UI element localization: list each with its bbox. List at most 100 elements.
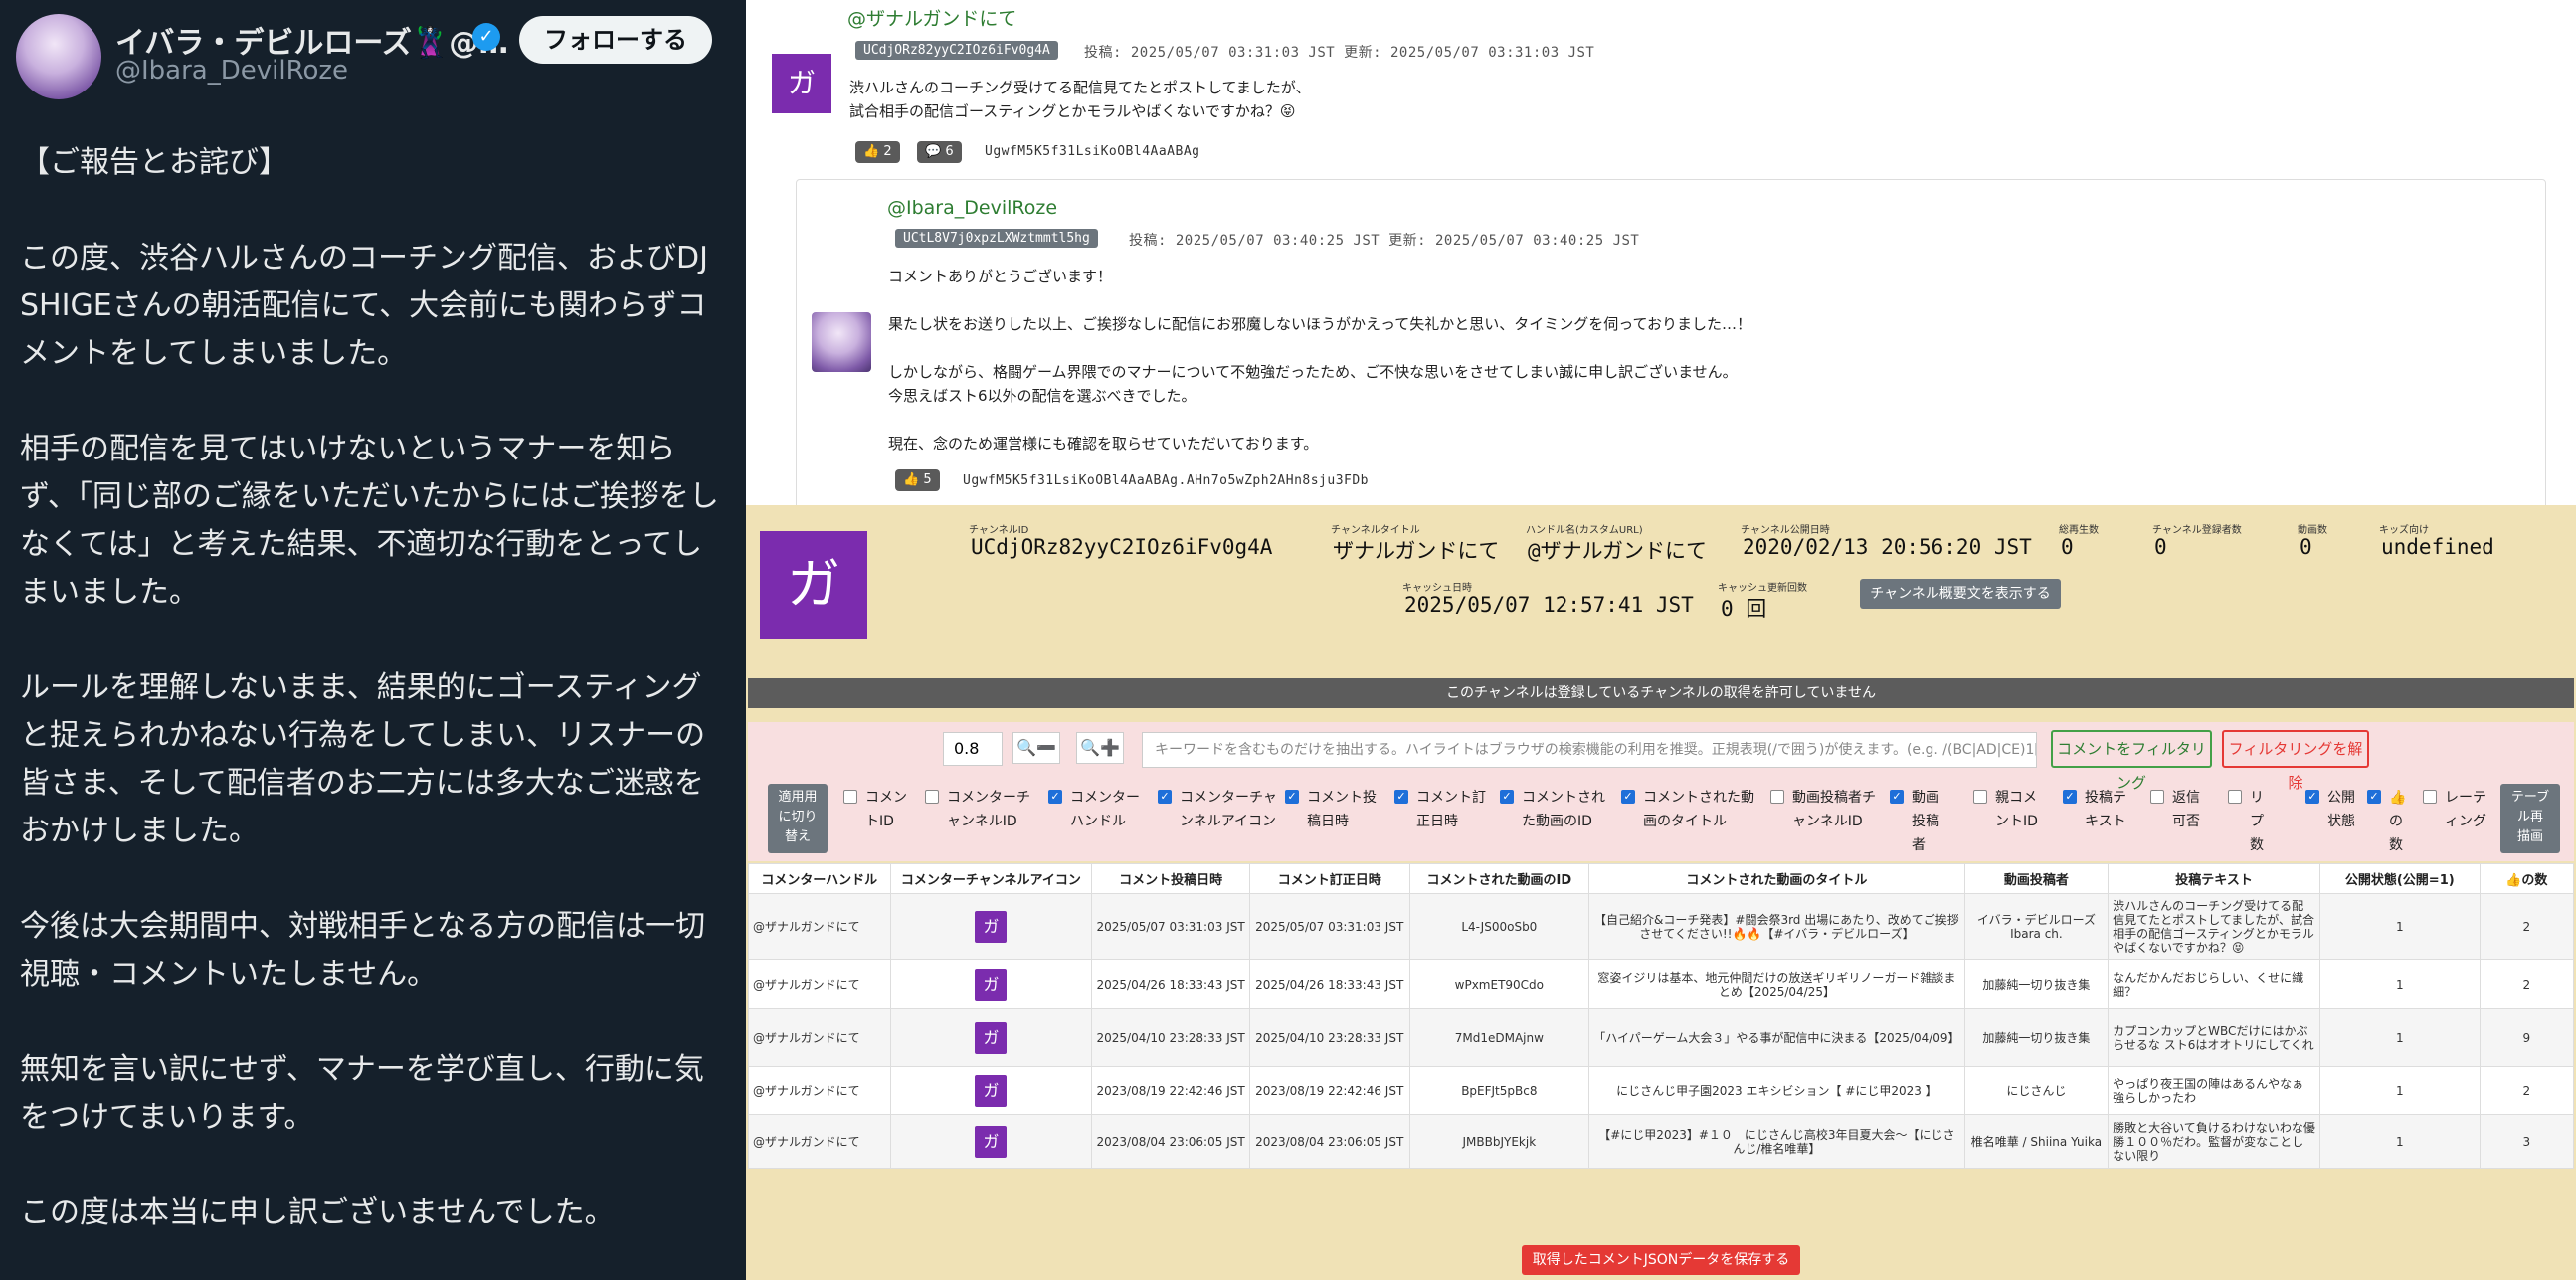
checkbox-icon[interactable]	[1770, 790, 1784, 804]
apply-filter-button[interactable]: コメントをフィルタリング	[2051, 730, 2212, 792]
table-cell[interactable]: @ザナルガンドにて	[748, 1066, 891, 1115]
tweet-panel: イバラ・デビルローズ🦹‍♀️@… ✓ @Ibara_DevilRoze フォロー…	[0, 0, 746, 1280]
save-json-button[interactable]: 取得したコメントJSONデータを保存する	[1522, 1245, 1800, 1275]
checkbox-checked-icon[interactable]: ✓	[1048, 790, 1062, 804]
clear-filter-button[interactable]: フィルタリングを解除	[2222, 730, 2369, 792]
table-cell[interactable]: 【自己紹介&コーチ発表】#闘会祭3rd 出場にあたり、改めてご挨拶させてください…	[1588, 893, 1965, 960]
table-cell[interactable]: @ザナルガンドにて	[748, 1114, 891, 1169]
table-cell[interactable]: L4-JS00oSb0	[1408, 893, 1590, 960]
column-header[interactable]: 投稿テキスト	[2108, 863, 2320, 894]
keyword-filter-input[interactable]: キーワードを含むものだけを抽出する。ハイライトはブラウザの検索機能の利用を推奨。…	[1142, 732, 2037, 768]
checkbox-checked-icon[interactable]: ✓	[1621, 790, 1635, 804]
column-header[interactable]: 👍の数	[2479, 863, 2575, 894]
commenter-icon[interactable]: ガ	[772, 54, 831, 113]
comment-author[interactable]: @ザナルガンドにて	[847, 4, 1016, 31]
checkbox-checked-icon[interactable]: ✓	[1158, 790, 1172, 804]
checkbox-icon[interactable]	[843, 790, 857, 804]
column-toggle-label: コメンターチ ャンネルID	[947, 790, 1030, 829]
commenter-icon[interactable]: ガ	[975, 1021, 1008, 1054]
table-cell: 1	[2318, 959, 2481, 1009]
column-toggle-label: 👍 の 数	[2389, 790, 2407, 853]
table-cell: 椎名唯華 / Shiina Yuika	[1963, 1114, 2110, 1169]
table-cell[interactable]: @ザナルガンドにて	[748, 1008, 891, 1067]
apply-switch-button[interactable]: 適用用 に切り 替え	[768, 784, 828, 853]
table-row: @ザナルガンドにて ガ 2023/08/19 22:42:46 JST 2023/08…	[748, 1066, 2575, 1115]
checkbox-icon[interactable]	[925, 790, 939, 804]
column-toggle-label: コメントされた動 画のタイトル	[1643, 790, 1754, 829]
commenter-icon[interactable]: ガ	[975, 1125, 1008, 1158]
reply-author[interactable]: @Ibara_DevilRoze	[887, 197, 1057, 219]
cache-count-value: 0 回	[1721, 597, 1767, 621]
checkbox-checked-icon[interactable]: ✓	[2305, 790, 2319, 804]
table-cell[interactable]: 7Md1eDMAjnw	[1408, 1008, 1590, 1067]
zoom-out-button[interactable]: 🔍➖	[1012, 732, 1060, 764]
column-toggle-label: 動画 投稿 者	[1912, 790, 1939, 853]
column-toggle-label: コメンターチャ ンネルアイコン	[1180, 790, 1277, 829]
table-cell: カプコンカップとWBCだけにはかぶらせるな スト6はオオトリにしてくれ	[2108, 1008, 2320, 1067]
zoom-in-button[interactable]: 🔍➕	[1076, 732, 1124, 764]
checkbox-checked-icon[interactable]: ✓	[1394, 790, 1408, 804]
checkbox-checked-icon[interactable]: ✓	[1500, 790, 1514, 804]
like-count-badge: 👍 2	[855, 141, 900, 163]
column-header[interactable]: コメンターチャンネルアイコン	[889, 863, 1093, 894]
checkbox-checked-icon[interactable]: ✓	[2367, 790, 2381, 804]
filter-panel: 0.8 🔍➖ 🔍➕ キーワードを含むものだけを抽出する。ハイライトはブラウザの検…	[748, 722, 2574, 861]
table-cell[interactable]: BpEFJt5pBc8	[1408, 1066, 1590, 1115]
table-cell: 2025/04/26 18:33:43 JST	[1248, 959, 1410, 1009]
table-cell[interactable]: @ザナルガンドにて	[748, 893, 891, 960]
checkbox-icon[interactable]	[2423, 790, 2437, 804]
redraw-table-button[interactable]: テーブ ル再 描画	[2500, 784, 2560, 853]
reply-avatar[interactable]	[812, 312, 871, 372]
table-cell[interactable]: JMBBbJYEkjk	[1408, 1114, 1590, 1169]
column-header[interactable]: コメント投稿日時	[1091, 863, 1250, 894]
column-header[interactable]: コメントされた動画のID	[1408, 863, 1590, 894]
table-row: @ザナルガンドにて ガ 2025/05/07 03:31:03 JST 2025/05…	[748, 893, 2575, 960]
column-header[interactable]: 動画投稿者	[1963, 863, 2110, 894]
column-header[interactable]: コメント訂正日時	[1248, 863, 1410, 894]
commenter-icon-cell: ガ	[889, 1008, 1093, 1067]
column-header[interactable]: コメンターハンドル	[748, 863, 891, 894]
table-cell[interactable]: 【#にじ甲2023】#１０ にじさんじ高校3年目夏大会～【にじさんじ/椎名唯華】	[1588, 1114, 1965, 1169]
tweet-paragraph: ルールを理解しないまま、結果的にゴースティングと捉えられかねない行為をしてしまい…	[20, 670, 706, 848]
table-cell: 2	[2479, 959, 2575, 1009]
commenter-icon-cell: ガ	[889, 1114, 1093, 1169]
table-cell[interactable]: wPxmET90Cdo	[1408, 959, 1590, 1009]
table-cell: やっぱり夜王国の陣はあるんやなぁ強らしかったわ	[2108, 1066, 2320, 1115]
video-count-value: 0	[2300, 535, 2312, 559]
total-views-value: 0	[2061, 535, 2074, 559]
commenter-icon[interactable]: ガ	[975, 968, 1008, 1001]
table-cell[interactable]: 窓姿イジリは基本、地元仲間だけの放送ギリギリノーガード雑談まとめ【2025/04…	[1588, 959, 1965, 1009]
table-cell: 2	[2479, 893, 2575, 960]
table-cell[interactable]: にじさんじ甲子園2023 エキシビション【 #にじ甲2023 】	[1588, 1066, 1965, 1115]
comment-thread: @ザナルガンドにて UCdjORz82yyC2IOz6iFv0g4A 投稿: 2…	[746, 0, 2576, 505]
checkbox-icon[interactable]	[1973, 790, 1987, 804]
channel-handle-value[interactable]: @ザナルガンドにて	[1528, 535, 1707, 565]
column-toggle-label: コメント投 稿日時	[1307, 790, 1377, 829]
zoom-input[interactable]: 0.8	[943, 732, 1003, 766]
checkbox-checked-icon[interactable]: ✓	[1285, 790, 1299, 804]
tweet-paragraph: 無知を言い訳にせず、マナーを学び直し、行動に気をつけてまいります。	[20, 1052, 704, 1135]
comment-text: 渋ハルさんのコーチング受けてる配信見てたとポストしてましたが、 試合相手の配信ゴ…	[849, 79, 1311, 120]
tweet-paragraph: 【ご報告とお詫び】	[20, 145, 288, 180]
checkbox-icon[interactable]	[2150, 790, 2164, 804]
avatar[interactable]	[16, 14, 101, 99]
table-cell: 勝敗と大谷いて負けるわけないわな優勝１００％だわ。監督が変なことしない限り	[2108, 1114, 2320, 1169]
table-cell[interactable]: @ザナルガンドにて	[748, 959, 891, 1009]
checkbox-checked-icon[interactable]: ✓	[1890, 790, 1904, 804]
checkbox-icon[interactable]	[2228, 790, 2242, 804]
column-header[interactable]: コメントされた動画のタイトル	[1588, 863, 1965, 894]
user-handle[interactable]: @Ibara_DevilRoze	[115, 56, 348, 86]
reply-channel-id-chip[interactable]: UCtL8V7j0xpzLXWztmmtl5hg	[895, 229, 1098, 248]
field-label: キッズ向け	[2379, 525, 2429, 536]
reply-count-badge[interactable]: 💬 6	[917, 141, 962, 163]
commenter-icon[interactable]: ガ	[975, 910, 1008, 943]
checkbox-checked-icon[interactable]: ✓	[2063, 790, 2077, 804]
commenter-icon[interactable]: ガ	[975, 1074, 1008, 1107]
show-description-button[interactable]: チャンネル概要文を表示する	[1860, 579, 2061, 609]
table-cell: 2023/08/04 23:06:05 JST	[1248, 1114, 1410, 1169]
follow-button[interactable]: フォローする	[519, 16, 712, 64]
column-header[interactable]: 公開状態(公開=1)	[2318, 863, 2481, 894]
table-cell[interactable]: 「ハイパーゲーム大会３」やる事が配信中に決まる【2025/04/09】	[1588, 1008, 1965, 1067]
channel-id-chip[interactable]: UCdjORz82yyC2IOz6iFv0g4A	[855, 41, 1058, 60]
channel-published-value: 2020/02/13 20:56:20 JST	[1743, 535, 2032, 559]
